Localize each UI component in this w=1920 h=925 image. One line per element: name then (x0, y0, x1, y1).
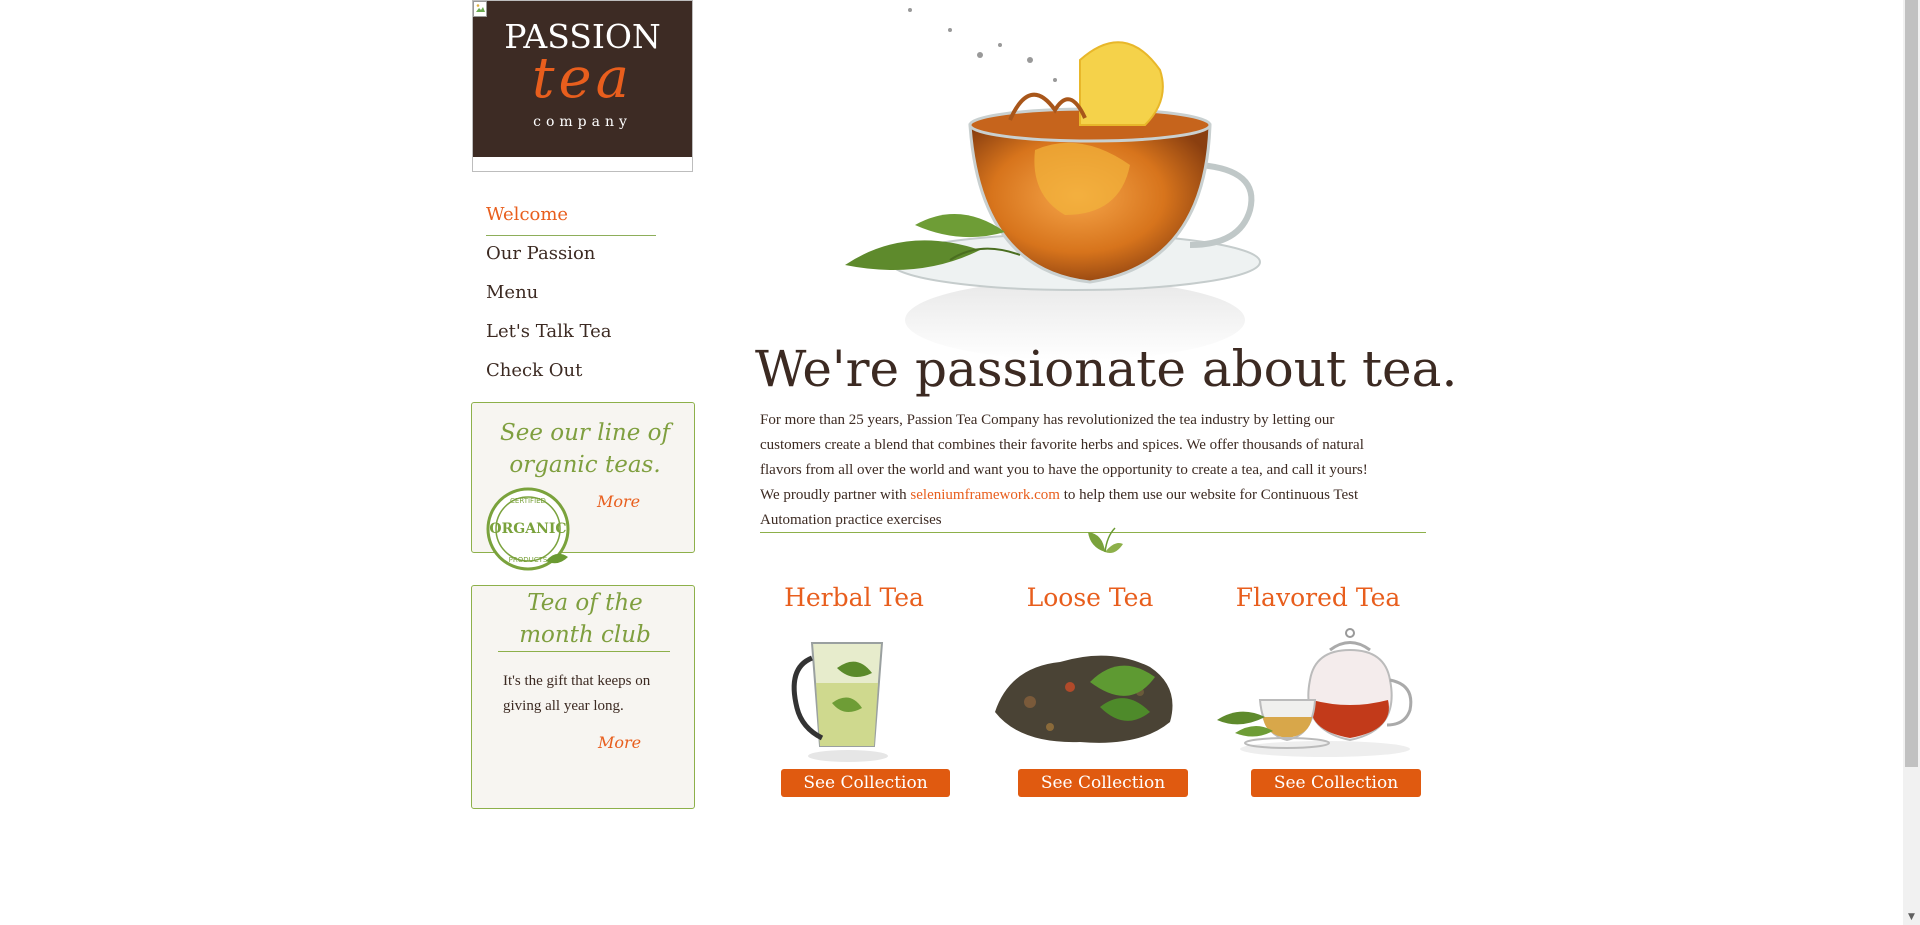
loose-tea-title: Loose Tea (1026, 583, 1154, 612)
loose-see-collection-button[interactable]: See Collection (1018, 769, 1188, 797)
club-divider (498, 651, 670, 652)
seal-center-text: ORGANIC (489, 521, 566, 537)
leaf-icon (1088, 527, 1123, 553)
organic-box-line2: organic teas. (509, 452, 661, 478)
nav-menu[interactable]: Menu (486, 282, 538, 303)
tea-club-box[interactable] (471, 585, 695, 809)
logo-tea-text: tea (531, 46, 634, 111)
club-title-line2: month club (519, 622, 651, 648)
scroll-down-arrow-icon[interactable]: ▼ (1906, 912, 1917, 923)
organic-more-link[interactable]: More (597, 492, 640, 511)
organic-box-line1: See our line of (499, 420, 671, 446)
loose-tea-image (995, 655, 1173, 743)
intro-paragraph: For more than 25 years, Passion Tea Comp… (760, 408, 1390, 533)
organic-seal-icon: CERTIFIED ORGANIC PRODUCTS (486, 487, 570, 571)
seleniumframework-link[interactable]: seleniumframework.com (910, 487, 1060, 503)
seal-top-text: CERTIFIED (510, 497, 546, 505)
nav-check-out[interactable]: Check Out (486, 360, 582, 381)
hero-teacup-image (845, 8, 1261, 360)
flavored-tea-image (1217, 628, 1413, 757)
club-body-line1: It's the gift that keeps on (503, 673, 651, 689)
club-title-line1: Tea of the (527, 590, 643, 616)
site-logo[interactable]: PASSION tea company (472, 0, 693, 172)
club-more-link[interactable]: More (598, 733, 641, 752)
logo-background: PASSION tea company (473, 1, 692, 157)
logo-company-text: company (533, 114, 632, 130)
broken-image-icon (473, 1, 487, 17)
page-headline: We're passionate about tea. (755, 340, 1458, 398)
scrollbar-thumb[interactable] (1905, 0, 1918, 767)
flavored-tea-title: Flavored Tea (1235, 583, 1401, 612)
herbal-tea-title: Herbal Tea (784, 583, 924, 612)
herbal-see-collection-button[interactable]: See Collection (781, 769, 950, 797)
nav-welcome[interactable]: Welcome (486, 204, 568, 225)
flavored-see-collection-button[interactable]: See Collection (1251, 769, 1421, 797)
nav-lets-talk-tea[interactable]: Let's Talk Tea (486, 321, 611, 342)
seal-bottom-text: PRODUCTS (509, 556, 548, 564)
nav-our-passion[interactable]: Our Passion (486, 243, 595, 264)
nav-active-underline (486, 235, 656, 236)
herbal-tea-image (791, 642, 888, 762)
club-body-line2: giving all year long. (503, 698, 624, 714)
